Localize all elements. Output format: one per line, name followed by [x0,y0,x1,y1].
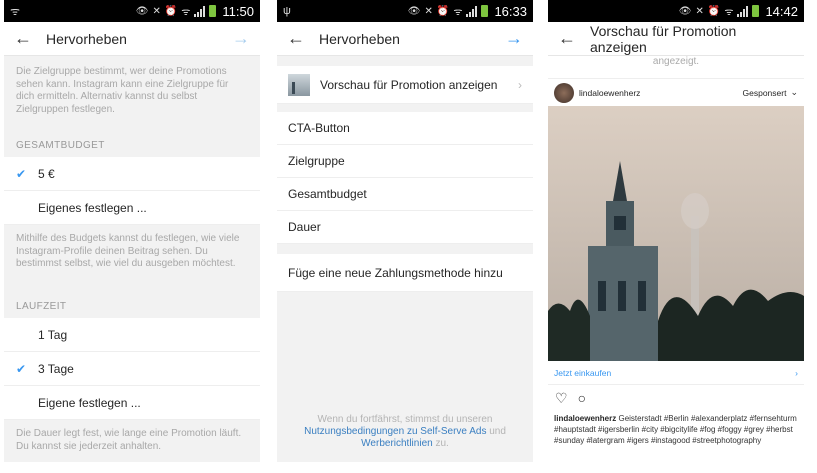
chevron-right-icon: › [518,77,522,92]
battery-icon [481,5,489,17]
cta-button-row[interactable]: CTA-Button [277,112,533,145]
phone-screen-preview: 👁 ✕ ⏰ ᯤ 14:42 ← Vorschau für Promotion a… [548,0,804,462]
back-arrow-icon[interactable]: ← [287,28,313,49]
clock: 16:33 [494,3,527,19]
alarm-icon: ⏰ [164,5,178,17]
signal-icon [194,5,206,17]
status-bar: ψ 👁 ✕ ⏰ ᯤ 16:33 [277,0,533,22]
photo-illustration [548,106,804,361]
wifi-signal-icon: ᯤ [724,7,734,18]
status-bar: 👁 ✕ ⏰ ᯤ 14:42 [548,0,804,22]
next-arrow-icon[interactable]: → [230,28,250,49]
check-icon: ✔ [15,361,27,376]
phone-screen-overview: ψ 👁 ✕ ⏰ ᯤ 16:33 ← Hervorheben → Vorschau… [277,0,533,462]
comment-icon[interactable]: ○ [578,390,586,406]
duration-option-3-days[interactable]: ✔ 3 Tage [4,352,260,386]
clock: 14:42 [765,3,798,19]
shop-now-bar[interactable]: Jetzt einkaufen › [548,361,804,385]
shop-now-link[interactable]: Jetzt einkaufen [554,368,611,378]
row-label: Vorschau für Promotion anzeigen [320,77,498,92]
post-photo [548,106,804,361]
duration-hint: Die Dauer legt fest, wie lange eine Prom… [4,420,260,460]
option-label: Eigenes festlegen ... [38,200,147,215]
app-bar: ← Hervorheben → [277,22,533,56]
next-arrow-icon[interactable]: → [503,28,523,49]
terms-link[interactable]: Nutzungsbedingungen zu Self-Serve Ads [304,426,486,437]
avatar[interactable] [554,82,574,103]
check-icon: ✔ [15,166,27,181]
back-arrow-icon[interactable]: ← [14,28,40,49]
wifi-icon: ᯤ [10,5,21,18]
budget-section-label: GESAMTBUDGET [4,134,260,157]
option-label: 5 € [38,166,55,181]
audience-row[interactable]: Zielgruppe [277,145,533,178]
post-thumbnail [288,73,310,96]
page-title: Vorschau für Promotion anzeigen [590,22,737,55]
status-bar: ᯤ 👁 ✕ ⏰ ᯤ 11:50 [4,0,260,22]
truncated-text: angezeigt. [548,56,804,78]
wifi-signal-icon: ᯤ [181,7,191,18]
duration-option-1-day[interactable]: 1 Tag [4,318,260,352]
mute-icon: ✕ [152,5,161,17]
option-label: 1 Tag [38,327,68,342]
eye-icon: 👁 [135,5,149,17]
app-bar: ← Hervorheben → [4,22,260,56]
budget-option-5[interactable]: ✔ 5 € [4,157,260,191]
app-bar: ← Vorschau für Promotion anzeigen [548,22,804,56]
page-title: Hervorheben [319,30,400,47]
clock: 11:50 [222,3,254,19]
legal-notice: Wenn du fortfährst, stimmst du unseren N… [304,414,506,449]
chevron-right-icon: › [795,367,798,378]
budget-hint: Mithilfe des Budgets kannst du festlegen… [4,225,260,295]
signal-icon [737,5,749,17]
usb-icon: ψ [283,5,291,17]
username[interactable]: lindaloewenherz [579,88,743,98]
option-label: 3 Tage [38,361,74,376]
caption-username[interactable]: lindaloewenherz [554,414,616,423]
budget-option-custom[interactable]: Eigenes festlegen ... [4,191,260,225]
page-title: Hervorheben [46,30,127,47]
post-preview: angezeigt. lindaloewenherz Gesponsert ⌄ [548,56,804,462]
add-payment-method-row[interactable]: Füge eine neue Zahlungsmethode hinzu [277,254,533,292]
option-label: Eigene festlegen ... [38,395,141,410]
audience-hint: Die Zielgruppe bestimmt, wer deine Promo… [4,56,260,134]
budget-row[interactable]: Gesamtbudget [277,178,533,211]
heart-icon[interactable]: ♡ [555,390,568,407]
mute-icon: ✕ [424,5,433,17]
post-actions: ♡ ○ [548,385,804,411]
wifi-signal-icon: ᯤ [453,7,463,18]
alarm-icon: ⏰ [707,5,721,17]
chevron-down-icon[interactable]: ⌄ [790,87,798,98]
duration-option-custom[interactable]: Eigene festlegen ... [4,386,260,420]
post-header: lindaloewenherz Gesponsert ⌄ [548,78,804,106]
eye-icon: 👁 [678,5,692,17]
post-caption: lindaloewenherz Geisterstadt #Berlin #al… [548,411,804,462]
sponsored-label: Gesponsert [742,87,787,98]
alarm-icon: ⏰ [436,5,450,17]
ad-policies-link[interactable]: Werberichtlinien [361,438,433,449]
duration-row[interactable]: Dauer [277,211,533,244]
duration-section-label: LAUFZEIT [4,295,260,318]
signal-icon [466,5,478,17]
back-arrow-icon[interactable]: ← [558,28,584,49]
battery-icon [752,5,760,17]
phone-screen-budget: ᯤ 👁 ✕ ⏰ ᯤ 11:50 ← Hervorheben → Die Ziel… [4,0,260,462]
mute-icon: ✕ [695,5,704,17]
battery-icon [209,5,217,17]
eye-icon: 👁 [407,5,421,17]
preview-promotion-row[interactable]: Vorschau für Promotion anzeigen › [277,66,533,104]
